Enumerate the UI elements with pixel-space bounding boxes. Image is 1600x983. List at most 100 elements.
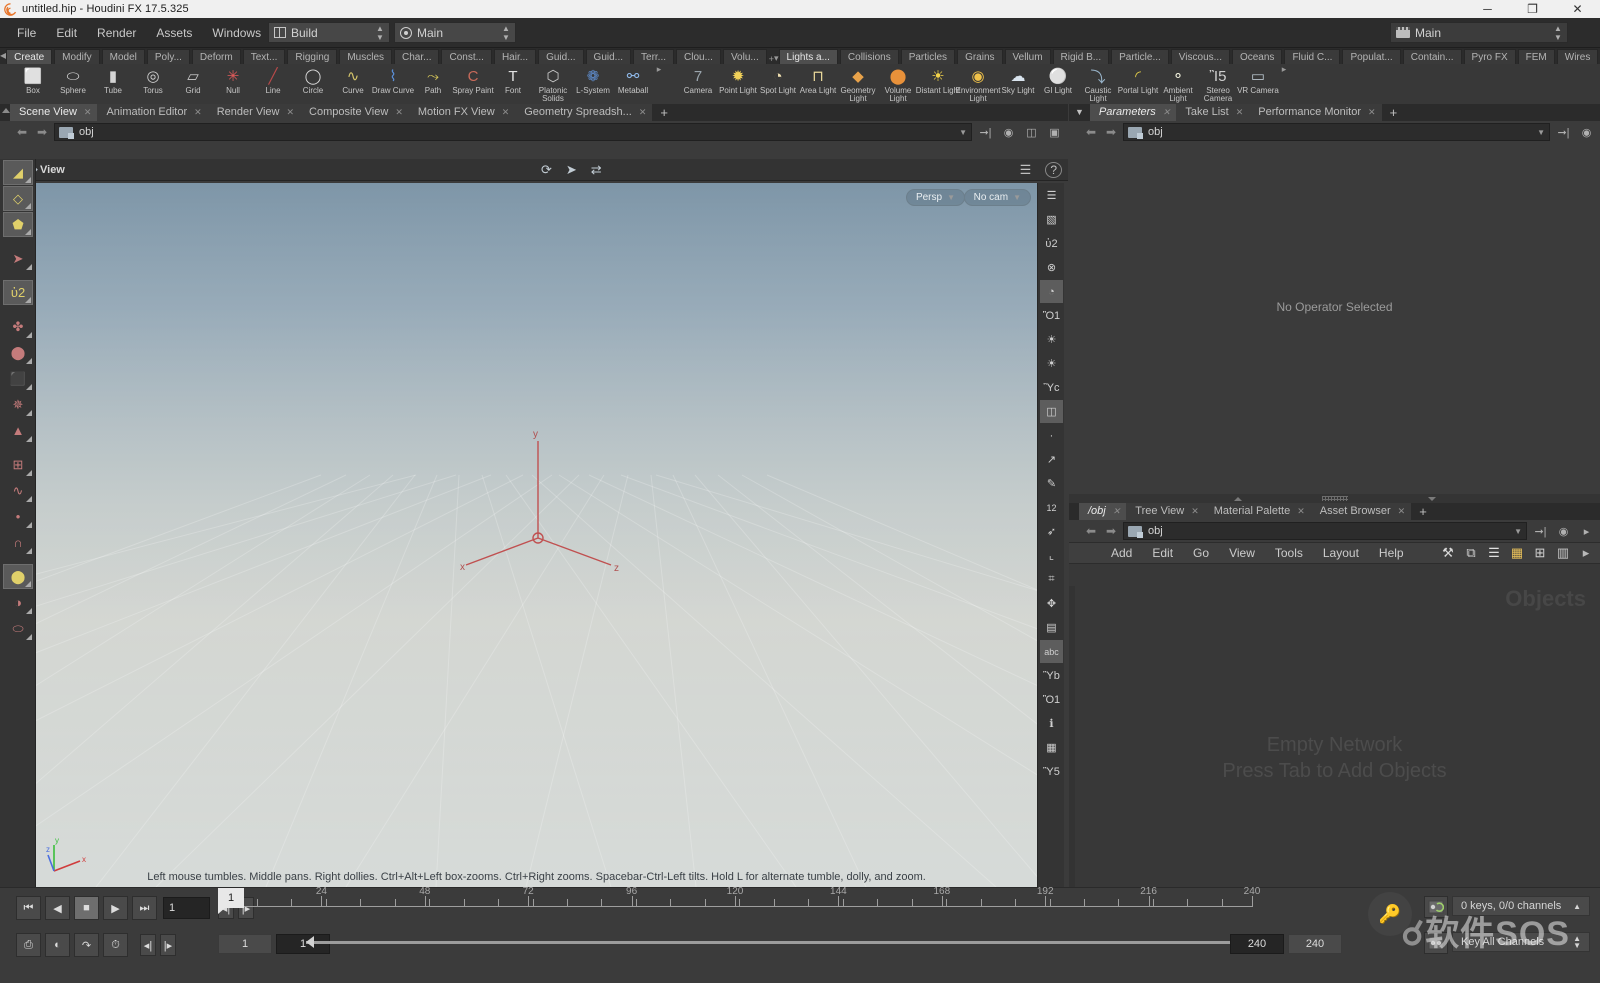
range-slider-start-handle[interactable] [306,936,314,948]
shelf-tool-platonic-solids[interactable]: ⬡ Platonic Solids [533,64,573,104]
jump-to-end-button[interactable]: ⏭ [132,896,157,920]
display-options-icon[interactable]: ☰ [1040,184,1063,207]
shelf-tool-distant-light[interactable]: ☀ Distant Light [918,64,958,104]
shelf-tool-spray-paint[interactable]: ὘C Spray Paint [453,64,493,104]
shelf-tool-metaball[interactable]: ⚯ Metaball [613,64,653,104]
pointer-icon[interactable]: ➤ [3,246,33,271]
next-key-button[interactable]: |▸ [160,934,176,956]
network-add-tab[interactable]: + [1411,503,1435,520]
splitter-grip-icon[interactable] [1322,496,1348,501]
shelf-tool-box[interactable]: ⬜ Box [13,64,53,104]
network-hierarchy-icon[interactable]: ⧉ [1461,544,1481,562]
select-edges-icon[interactable]: ⬤ [3,340,33,365]
scene-viewport[interactable]: y x z Persp ▼ No cam ▼ Left mouse tumble… [36,183,1037,887]
handle-tool-icon[interactable]: ◇ [3,186,33,211]
build-desktop-combo[interactable]: Build ▲ ▼ [268,22,390,43]
close-icon[interactable]: ✕ [1398,503,1406,520]
chevron-down-icon[interactable]: ▼ [959,128,967,137]
prev-key-button[interactable]: ◂| [140,934,156,956]
shelf-tool-environment-light[interactable]: ◉ Environment Light [958,64,998,104]
tab--obj[interactable]: /obj ✕ [1079,503,1126,520]
shelf-tab-hair[interactable]: Hair... [494,49,536,64]
submenu-arrow-icon[interactable] [25,229,31,235]
shelf-tab-terr[interactable]: Terr... [633,49,674,64]
global-start-frame-input[interactable]: 1 [218,934,272,954]
play-forward-button[interactable]: ▶ [103,896,128,920]
shelf-tool-l-system[interactable]: ❁ L-System [573,64,613,104]
pane-splitter[interactable] [1069,494,1600,503]
shelf-tool-point-light[interactable]: ✹ Point Light [718,64,758,104]
shelf-overflow-right-icon[interactable]: ▸ [1278,64,1290,75]
close-icon[interactable]: ✕ [84,104,92,121]
network-menu-add[interactable]: Add [1101,544,1142,562]
tab-render-view[interactable]: Render View ✕ [208,104,300,121]
select-primitives-icon[interactable]: ⬛ [3,366,33,391]
display-flags-icon[interactable]: ▥ [1553,544,1573,562]
numbers-icon[interactable]: 12 [1040,496,1063,519]
uv-display-icon[interactable]: ◫ [1040,400,1063,423]
shelf-tab-deform[interactable]: Deform [192,49,241,64]
snap-primitive-icon[interactable]: ∿ [3,478,33,503]
info-icon[interactable]: ℹ [1040,712,1063,735]
shelf-tab-wires[interactable]: Wires [1557,49,1599,64]
shelf-tab-char[interactable]: Char... [394,49,439,64]
scene-layout-button-1[interactable]: ◫ [1022,123,1041,141]
color-chart-icon[interactable]: ▦ [1040,736,1063,759]
network-menu-tools[interactable]: Tools [1265,544,1313,562]
network-menu-edit[interactable]: Edit [1142,544,1183,562]
splitter-collapse-down-icon[interactable] [1428,497,1436,501]
tab-tree-view[interactable]: Tree View ✕ [1126,503,1204,520]
playhead[interactable]: 1 [218,888,244,908]
shelf-tool-font[interactable]: T Font [493,64,533,104]
select-vertices-icon[interactable]: ✵ [3,392,33,417]
shelf-tool-gi-light[interactable]: ⚪ GI Light [1038,64,1078,104]
menu-render[interactable]: Render [88,22,145,44]
submenu-arrow-icon[interactable] [25,203,31,209]
snap-keys-button[interactable]: ↷ [74,933,99,957]
shelf-tab-muscles[interactable]: Muscles [339,49,392,64]
shelf-tab-volu[interactable]: Volu... [723,49,767,64]
close-icon[interactable]: ✕ [1236,104,1244,121]
network-pin-button[interactable]: ➞| [1531,522,1550,540]
real-time-toggle-button[interactable]: ⏱ [103,933,128,957]
select-points-icon[interactable]: ✤ [3,314,33,339]
vectors-icon[interactable]: ➶ [1040,520,1063,543]
nav-back-icon[interactable]: ⬅ [1083,125,1099,139]
close-icon[interactable]: ✕ [1113,503,1121,520]
shelf-tab-fluid-c[interactable]: Fluid C... [1284,49,1340,64]
tools-wrench-icon[interactable]: ⚒ [1438,544,1458,562]
auto-key-icon[interactable] [1424,896,1448,918]
shelf-tab-grains[interactable]: Grains [957,49,1002,64]
shelf-tab-vellum[interactable]: Vellum [1005,49,1051,64]
network-menu-help[interactable]: Help [1369,544,1414,562]
shelf-tool-path[interactable]: ⤳ Path [413,64,453,104]
network-menu-go[interactable]: Go [1183,544,1219,562]
submenu-arrow-icon[interactable] [26,358,32,364]
network-more-button[interactable]: ▸ [1577,522,1596,540]
parameters-path-input[interactable]: obj ▼ [1123,123,1550,141]
network-link-button[interactable]: ◉ [1554,522,1573,540]
text-abc-icon[interactable]: abc [1040,640,1063,663]
displacement-icon[interactable]: ◑ [3,590,33,615]
shelf-tab-clou[interactable]: Clou... [676,49,721,64]
submenu-arrow-icon[interactable] [26,470,32,476]
shelf-tab-particle[interactable]: Particle... [1111,49,1169,64]
close-icon[interactable]: ✕ [1297,503,1305,520]
submenu-arrow-icon[interactable] [25,581,31,587]
submenu-arrow-icon[interactable] [26,332,32,338]
shelf-tool-caustic-light[interactable]: ⤵ Caustic Light [1078,64,1118,104]
network-canvas[interactable]: Objects Empty Network Press Tab to Add O… [1069,564,1600,904]
shelf-tool-sky-light[interactable]: ☁ Sky Light [998,64,1038,104]
shelf-tab-pyro-fx[interactable]: Pyro FX [1464,49,1516,64]
close-icon[interactable]: ✕ [1191,503,1199,520]
geometry-display-icon[interactable]: ▤ [1040,616,1063,639]
playback-end-frame-input[interactable]: 240 [1230,934,1284,954]
snap-point-icon[interactable]: • [3,504,33,529]
network-path-input[interactable]: obj ▼ [1123,522,1527,540]
lock-camera-icon[interactable]: ὑ2 [1040,232,1063,255]
shelf-tool-grid[interactable]: ▱ Grid [173,64,213,104]
key-all-channels-dropdown[interactable]: Key All Channels ▲ ▼ [1452,932,1590,952]
transform-icon[interactable]: ✥ [1040,592,1063,615]
shelf-tool-curve[interactable]: ∿ Curve [333,64,373,104]
point-markers-icon[interactable]: · [1040,424,1063,447]
